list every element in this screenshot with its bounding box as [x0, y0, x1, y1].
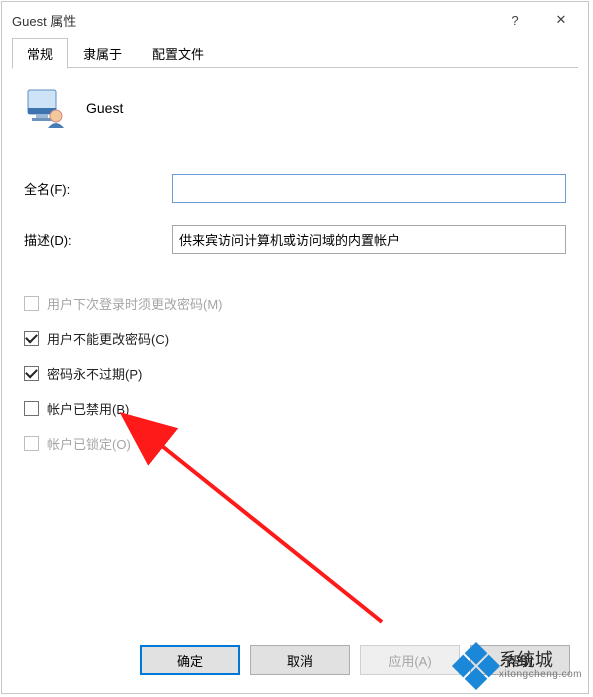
checkbox-account-disabled[interactable]: 帐户已禁用(B): [24, 399, 566, 418]
checkbox-cannot-change-password[interactable]: 用户不能更改密码(C): [24, 329, 566, 348]
dialog-window: Guest 属性 ? ✕ 常规 隶属于 配置文件: [1, 1, 589, 694]
tab-label: 常规: [27, 47, 53, 62]
checkbox-box: [24, 366, 39, 381]
checkbox-password-never-expires[interactable]: 密码永不过期(P): [24, 364, 566, 383]
tab-label: 配置文件: [152, 47, 204, 62]
help-icon: ?: [511, 13, 518, 28]
help-button[interactable]: ?: [492, 5, 538, 35]
tab-profile[interactable]: 配置文件: [137, 38, 219, 68]
description-label: 描述(D):: [24, 230, 172, 249]
dialog-buttons: 确定 取消 应用(A) 帮助: [2, 631, 588, 693]
checkbox-account-locked: 帐户已锁定(O): [24, 434, 566, 453]
description-input[interactable]: [172, 225, 566, 254]
checkbox-box: [24, 436, 39, 451]
checkbox-label: 用户不能更改密码(C): [47, 329, 169, 348]
user-icon: [24, 86, 68, 130]
titlebar: Guest 属性 ? ✕: [2, 2, 588, 38]
tab-panel-general: Guest 全名(F): 描述(D): 用户下次登录时须更改密码(M) 用户不能…: [2, 68, 588, 483]
row-description: 描述(D):: [24, 225, 566, 254]
close-button[interactable]: ✕: [538, 5, 584, 35]
checkbox-box: [24, 331, 39, 346]
tab-strip: 常规 隶属于 配置文件: [2, 38, 588, 68]
cancel-button[interactable]: 取消: [250, 645, 350, 675]
fullname-label: 全名(F):: [24, 179, 172, 198]
checkbox-group: 用户下次登录时须更改密码(M) 用户不能更改密码(C) 密码永不过期(P) 帐户…: [24, 294, 566, 453]
tab-memberof[interactable]: 隶属于: [68, 38, 137, 68]
ok-button[interactable]: 确定: [140, 645, 240, 675]
checkbox-box: [24, 296, 39, 311]
checkbox-must-change-password: 用户下次登录时须更改密码(M): [24, 294, 566, 313]
apply-button: 应用(A): [360, 645, 460, 675]
user-header: Guest: [24, 86, 566, 130]
fullname-input[interactable]: [172, 174, 566, 203]
checkbox-box: [24, 401, 39, 416]
window-title: Guest 属性: [12, 11, 492, 30]
help-button-bottom[interactable]: 帮助: [470, 645, 570, 675]
tab-general[interactable]: 常规: [12, 38, 68, 69]
checkbox-label: 用户下次登录时须更改密码(M): [47, 294, 223, 313]
tab-label: 隶属于: [83, 47, 122, 62]
checkbox-label: 帐户已禁用(B): [47, 399, 129, 418]
user-display-name: Guest: [86, 100, 123, 116]
checkbox-label: 密码永不过期(P): [47, 364, 142, 383]
close-icon: ✕: [556, 12, 567, 28]
row-fullname: 全名(F):: [24, 174, 566, 203]
checkbox-label: 帐户已锁定(O): [47, 434, 131, 453]
